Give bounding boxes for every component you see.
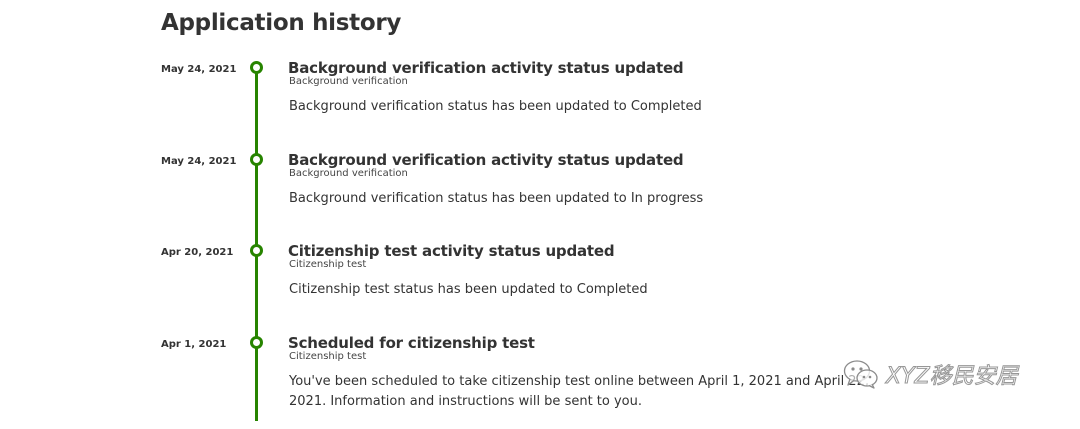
entry-date: May 24, 2021: [161, 156, 237, 167]
entry-description: You've been scheduled to take citizenshi…: [289, 374, 869, 409]
wechat-icon: [842, 359, 880, 389]
entry-title: Scheduled for citizenship test: [288, 334, 535, 352]
timeline-dot-icon: [250, 153, 263, 166]
entry-title: Background verification activity status …: [288, 59, 684, 77]
timeline-dot-icon: [250, 61, 263, 74]
entry-category: Citizenship test: [289, 259, 367, 270]
page-title: Application history: [161, 10, 402, 36]
watermark-text: XYZ移民安居: [886, 364, 1019, 390]
timeline-entry: May 24, 2021 Background verification act…: [0, 59, 1080, 154]
entry-title: Background verification activity status …: [288, 151, 684, 169]
timeline-entry: May 24, 2021 Background verification act…: [0, 151, 1080, 246]
timeline-dot-icon: [250, 336, 263, 349]
entry-category: Background verification: [289, 76, 408, 87]
entry-description: Background verification status has been …: [289, 191, 704, 206]
entry-date: May 24, 2021: [161, 64, 237, 75]
watermark: XYZ移民安居: [842, 358, 1018, 390]
timeline-dot-icon: [250, 244, 263, 257]
entry-category: Citizenship test: [289, 351, 367, 362]
entry-date: Apr 1, 2021: [161, 339, 227, 350]
entry-description: Background verification status has been …: [289, 99, 702, 114]
entry-date: Apr 20, 2021: [161, 247, 234, 258]
entry-title: Citizenship test activity status updated: [288, 242, 615, 260]
entry-description: Citizenship test status has been updated…: [289, 282, 648, 297]
timeline-entry: Apr 20, 2021 Citizenship test activity s…: [0, 242, 1080, 337]
entry-category: Background verification: [289, 168, 408, 179]
